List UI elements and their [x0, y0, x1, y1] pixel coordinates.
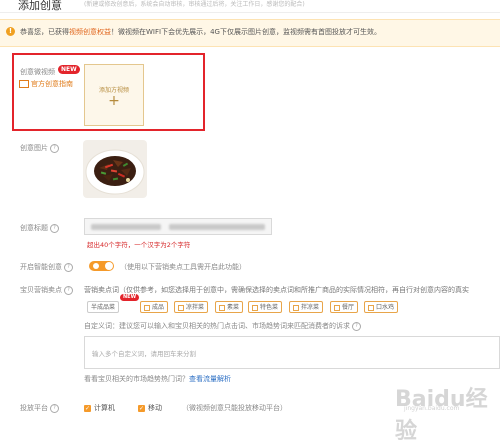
checkbox-checked-icon: ✓ — [84, 404, 91, 412]
selling-points-label-text: 宝贝营销卖点 — [20, 286, 62, 294]
smart-creative-label-text: 开启智能创意 — [20, 263, 62, 271]
trend-hint: 看看宝贝相关的市场趋势热门词？查看流量解析 — [84, 374, 231, 384]
tag-label: 半成品菜 — [91, 304, 116, 311]
title-error: 超出40个字符，一个汉字为2个字符 — [87, 241, 191, 249]
banner-suffix: ！微视频在WIFI下会优先展示，4G下仅展示图片创意，监视频需有首图投放才可生效… — [111, 28, 381, 36]
platform-label: 投放平台? — [20, 403, 59, 413]
tag-restaurant[interactable]: 餐厅 — [330, 301, 359, 313]
add-video-button[interactable]: 添加方视频 + — [84, 64, 144, 126]
new-badge: NEW — [58, 65, 80, 74]
tag-mixed-cold[interactable]: 拌凉菜 — [289, 301, 324, 313]
title-label-text: 创意标题 — [20, 224, 48, 232]
tag-label: 特色菜 — [260, 304, 279, 311]
trend-hint-text: 看看宝贝相关的市场趋势热门词？ — [84, 375, 189, 383]
platform-mobile-option[interactable]: ✓ 移动 — [138, 403, 162, 413]
watermark-url: jingyan.baidu.com — [404, 405, 460, 412]
header-divider — [0, 12, 500, 13]
banner-highlight: 视频创意权益 — [69, 28, 111, 36]
platform-pc-option[interactable]: ✓ 计算机 — [84, 403, 115, 413]
trend-link[interactable]: 查看流量解析 — [189, 375, 231, 383]
checkbox-icon — [334, 304, 340, 311]
tag-saliva-chicken[interactable]: 口水鸡 — [364, 301, 399, 313]
image-label-text: 创意图片 — [20, 144, 48, 152]
plus-icon: + — [108, 93, 120, 109]
platform-label-text: 投放平台 — [20, 404, 48, 412]
new-badge: NEW — [120, 294, 140, 301]
guide-link[interactable]: 官方创意指南 — [19, 79, 73, 89]
tag-label: 拌凉菜 — [301, 304, 320, 311]
toggle-indicator — [93, 263, 99, 269]
checkbox-icon — [368, 304, 374, 311]
tag-label: 口水鸡 — [376, 304, 395, 311]
help-icon[interactable]: ? — [50, 223, 59, 233]
checkbox-icon — [293, 304, 299, 311]
platform-note: （微视频创意只能投放移动平台） — [182, 404, 287, 412]
tag-label: 素菜 — [227, 304, 240, 311]
checkbox-checked-icon: ✓ — [138, 404, 145, 412]
creative-image[interactable] — [83, 140, 147, 198]
smart-creative-note: （使用以下营销卖点工具需开启此功能） — [120, 263, 246, 271]
guide-link-label: 官方创意指南 — [31, 80, 73, 88]
banner-prefix: 恭喜您，已获得 — [20, 28, 69, 36]
help-icon[interactable]: ? — [352, 321, 361, 331]
tag-vegetable[interactable]: 素菜 — [215, 301, 244, 313]
platform-pc-label: 计算机 — [94, 404, 115, 412]
image-label: 创意图片? — [20, 143, 59, 153]
book-icon — [19, 80, 29, 88]
checkbox-icon — [252, 304, 258, 311]
tag-finished[interactable]: 成品 — [140, 301, 169, 313]
checkbox-icon — [178, 304, 184, 311]
selling-points-label: 宝贝营销卖点? — [20, 285, 73, 295]
tag-label: 餐厅 — [342, 304, 355, 311]
custom-words-input[interactable]: 输入多个自定义词，请用回车来分割 — [84, 336, 500, 369]
blurred-text — [169, 224, 265, 230]
custom-words-placeholder: 输入多个自定义词，请用回车来分割 — [92, 350, 196, 358]
tag-label: 成品 — [152, 304, 165, 311]
page-title: 添加创意 — [18, 0, 62, 12]
tag-label: 凉拌菜 — [186, 304, 205, 311]
help-icon[interactable]: ? — [50, 143, 59, 153]
toggle-knob — [105, 262, 113, 270]
baidu-watermark: Baidu经验 — [395, 387, 488, 444]
checkbox-icon — [144, 304, 150, 311]
title-label: 创意标题? — [20, 223, 59, 233]
tag-semi-finished[interactable]: 半成品菜 — [87, 301, 120, 313]
info-icon: ! — [6, 27, 15, 36]
help-icon[interactable]: ? — [50, 403, 59, 413]
help-icon[interactable]: ? — [64, 262, 73, 272]
page-note: (新建或修改创意后，系统会自动审核，审核通过后将，关注工作日，感谢您的配合) — [84, 1, 305, 8]
tag-specialty[interactable]: 特色菜 — [248, 301, 283, 313]
platform-mobile-label: 移动 — [148, 404, 162, 412]
selling-points-hint: 营销卖点词（仅供参考，如您选择用于创意中，需确保选择的卖点词和所推广商品的实际情… — [84, 286, 469, 294]
blurred-text — [91, 224, 161, 230]
help-icon[interactable]: ? — [64, 285, 73, 295]
smart-creative-label: 开启智能创意? — [20, 262, 73, 272]
custom-words-hint-text: 自定义词：建议您可以输入和宝贝相关的热门点击词、市场趋势词来匹配消费者的诉求 — [84, 322, 350, 330]
tag-cold-dish[interactable]: 凉拌菜 — [174, 301, 209, 313]
video-label: 创意微视频 — [20, 68, 55, 76]
creative-title-input[interactable] — [84, 218, 272, 235]
checkbox-icon — [219, 304, 225, 311]
banner-text: 恭喜您，已获得视频创意权益！微视频在WIFI下会优先展示，4G下仅展示图片创意，… — [20, 26, 381, 38]
custom-words-hint: 自定义词：建议您可以输入和宝贝相关的热门点击词、市场趋势词来匹配消费者的诉求? — [84, 321, 361, 331]
notice-banner: ! 恭喜您，已获得视频创意权益！微视频在WIFI下会优先展示，4G下仅展示图片创… — [0, 19, 500, 47]
food-dish-image — [83, 140, 147, 198]
